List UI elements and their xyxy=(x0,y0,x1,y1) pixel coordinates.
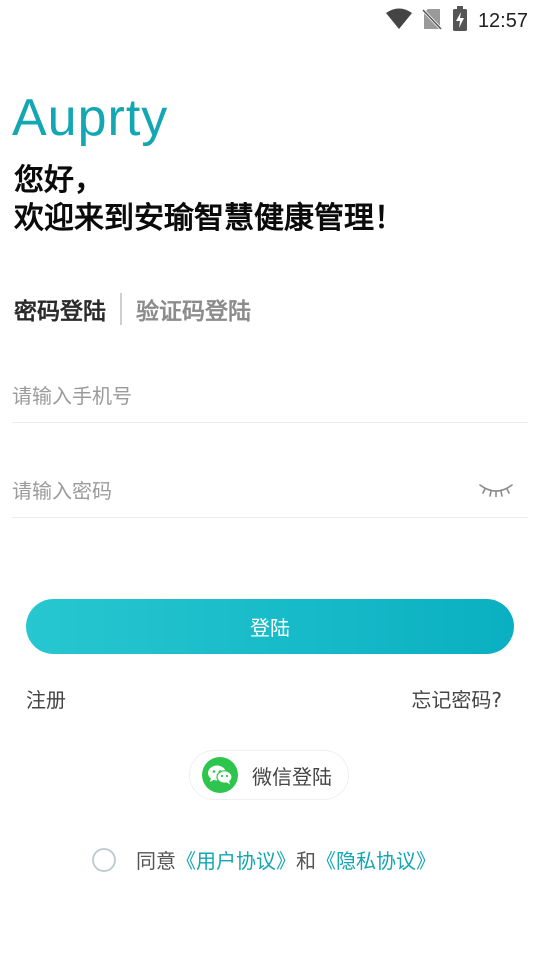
login-button[interactable]: 登陆 xyxy=(26,599,514,654)
greeting-line-2: 欢迎来到安瑜智慧健康管理！ xyxy=(14,201,404,236)
agree-radio[interactable] xyxy=(92,847,116,872)
status-time: 12:57 xyxy=(477,9,528,32)
password-input[interactable] xyxy=(12,465,452,517)
privacy-policy-link[interactable]: 《隐私协议》 xyxy=(316,845,436,874)
app-logo: Auprty xyxy=(12,89,169,147)
wechat-icon xyxy=(202,757,238,793)
login-mode-tabs: 密码登陆 验证码登陆 xyxy=(14,292,251,326)
phone-input[interactable] xyxy=(12,370,452,422)
agree-text: 同意 xyxy=(136,849,176,873)
wifi-icon xyxy=(385,8,412,34)
forgot-password-link[interactable]: 忘记密码? xyxy=(411,684,502,713)
no-sim-icon xyxy=(421,7,443,35)
register-link[interactable]: 注册 xyxy=(26,684,66,713)
status-bar: 12:57 xyxy=(0,0,540,36)
wechat-login-label: 微信登陆 xyxy=(252,764,332,789)
tab-password-login[interactable]: 密码登陆 xyxy=(14,292,106,326)
tab-code-login[interactable]: 验证码登陆 xyxy=(136,292,251,326)
greeting: 您好， 欢迎来到安瑜智慧健康管理！ xyxy=(14,162,404,238)
and-text: 和 xyxy=(296,849,316,873)
tab-divider xyxy=(120,293,122,325)
wechat-login-button[interactable]: 微信登陆 xyxy=(189,750,349,800)
greeting-line-1: 您好， xyxy=(14,163,104,198)
phone-field xyxy=(12,370,528,423)
password-field xyxy=(12,465,528,518)
status-icons: 12:57 xyxy=(385,6,528,36)
battery-charging-icon xyxy=(452,6,468,36)
agreement-row: 同意 《用户协议》 和 《隐私协议》 xyxy=(92,845,436,874)
eye-closed-icon[interactable] xyxy=(478,479,514,503)
user-agreement-link[interactable]: 《用户协议》 xyxy=(176,845,296,874)
